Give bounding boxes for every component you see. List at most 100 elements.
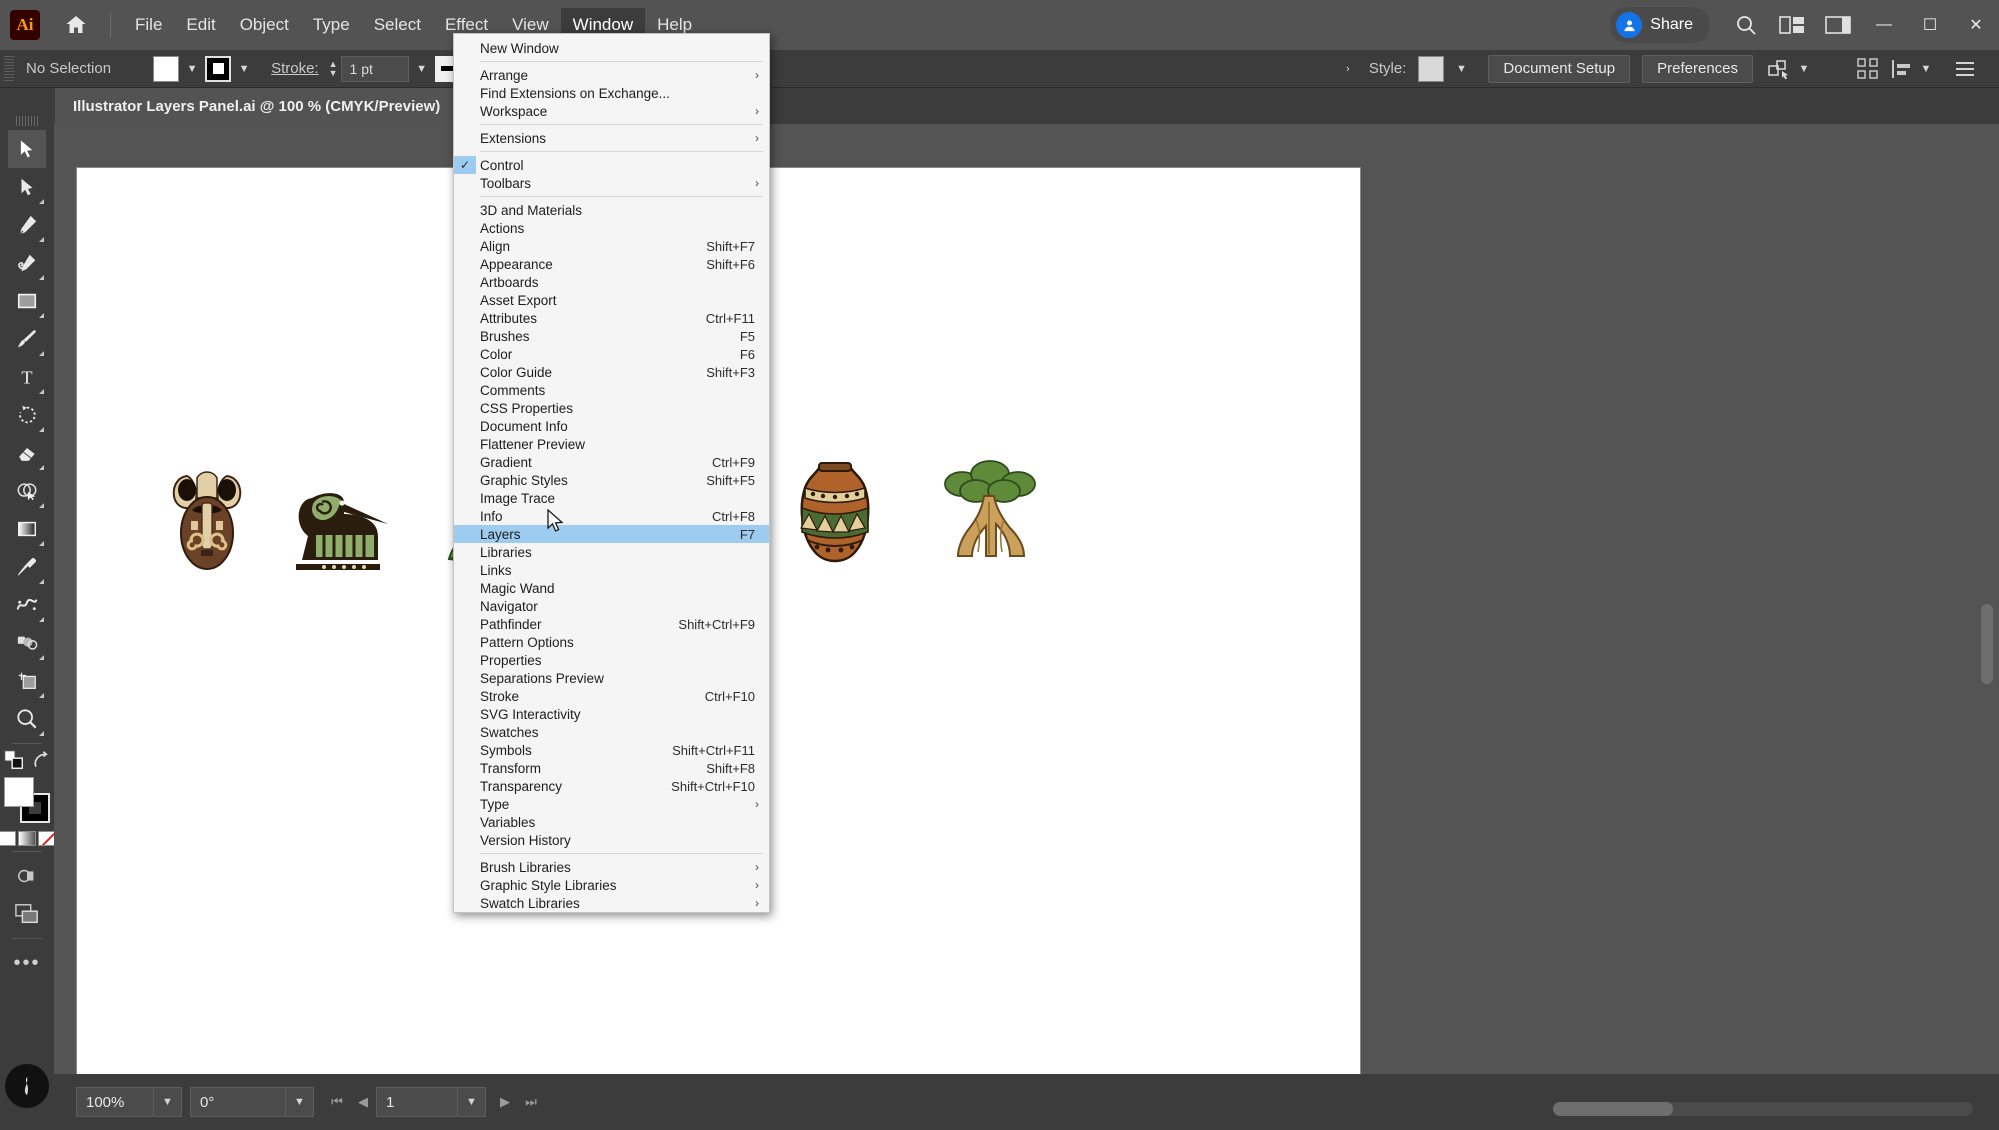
menu-item-symbols[interactable]: Symbols Shift+Ctrl+F11 <box>454 741 769 759</box>
curvature-tool[interactable] <box>8 244 46 282</box>
stroke-weight-input[interactable]: 1 pt <box>340 55 409 82</box>
screen-mode-icon[interactable] <box>8 895 46 933</box>
discover-icon[interactable] <box>5 1064 49 1108</box>
menu-item-pattern-options[interactable]: Pattern Options <box>454 633 769 651</box>
menu-item-actions[interactable]: Actions <box>454 219 769 237</box>
stroke-color-swatch[interactable] <box>205 55 232 82</box>
menu-item-workspace[interactable]: Workspace › <box>454 102 769 120</box>
blend-tool[interactable] <box>8 586 46 624</box>
stroke-weight-chevron-down-icon[interactable]: ▼ <box>409 56 435 82</box>
rectangle-tool[interactable] <box>8 282 46 320</box>
menu-item-new-window[interactable]: New Window <box>454 39 769 57</box>
menu-item-stroke[interactable]: Stroke Ctrl+F10 <box>454 687 769 705</box>
menu-item-color[interactable]: Color F6 <box>454 345 769 363</box>
horizontal-scrollbar[interactable] <box>1553 1102 1973 1116</box>
menu-item-css-properties[interactable]: CSS Properties <box>454 399 769 417</box>
rotation-input[interactable]: 0° <box>190 1087 286 1117</box>
menu-item-arrange[interactable]: Arrange › <box>454 66 769 84</box>
type-tool[interactable]: T <box>8 358 46 396</box>
vertical-scrollbar[interactable] <box>1981 604 1993 684</box>
horizontal-scrollbar-thumb[interactable] <box>1553 1102 1673 1116</box>
menu-item-transparency[interactable]: Transparency Shift+Ctrl+F10 <box>454 777 769 795</box>
menu-item-flattener-preview[interactable]: Flattener Preview <box>454 435 769 453</box>
menu-item-toolbars[interactable]: Toolbars › <box>454 174 769 192</box>
pen-tool[interactable] <box>8 206 46 244</box>
document-tab[interactable]: Illustrator Layers Panel.ai @ 100 % (CMY… <box>55 88 492 124</box>
menu-item-swatch-libraries[interactable]: Swatch Libraries › <box>454 894 769 912</box>
menu-item-control[interactable]: ✓ Control <box>454 156 769 174</box>
symbol-sprayer-tool[interactable] <box>8 624 46 662</box>
paintbrush-tool[interactable] <box>8 320 46 358</box>
menu-item-find-extensions-on-exchange[interactable]: Find Extensions on Exchange... <box>454 84 769 102</box>
direct-selection-tool[interactable] <box>8 168 46 206</box>
menu-edit[interactable]: Edit <box>174 8 227 42</box>
menu-item-attributes[interactable]: Attributes Ctrl+F11 <box>454 309 769 327</box>
rotate-tool[interactable] <box>8 396 46 434</box>
control-bar-overflow-icon[interactable]: › <box>1335 56 1361 82</box>
window-minimize-button[interactable]: — <box>1861 0 1907 50</box>
eyedropper-tool[interactable] <box>8 548 46 586</box>
menu-item-layers[interactable]: Layers F7 <box>454 525 769 543</box>
style-chevron-down-icon[interactable]: ▼ <box>1448 56 1474 82</box>
menu-object[interactable]: Object <box>228 8 301 42</box>
menu-item-pathfinder[interactable]: Pathfinder Shift+Ctrl+F9 <box>454 615 769 633</box>
document-setup-button[interactable]: Document Setup <box>1488 54 1631 83</box>
window-close-button[interactable]: ✕ <box>1953 0 1999 50</box>
search-icon[interactable] <box>1723 0 1769 50</box>
eraser-tool[interactable] <box>8 434 46 472</box>
stylized-bird-artwork[interactable] <box>282 478 392 573</box>
menu-item-image-trace[interactable]: Image Trace <box>454 489 769 507</box>
select-similar-chevron-down-icon[interactable]: ▼ <box>1791 56 1817 82</box>
african-mask-artwork[interactable] <box>167 468 247 573</box>
menu-item-version-history[interactable]: Version History <box>454 831 769 849</box>
menu-type[interactable]: Type <box>301 8 362 42</box>
menu-item-variables[interactable]: Variables <box>454 813 769 831</box>
preferences-button[interactable]: Preferences <box>1642 54 1753 83</box>
menu-item-svg-interactivity[interactable]: SVG Interactivity <box>454 705 769 723</box>
menu-select[interactable]: Select <box>362 8 433 42</box>
previous-artboard-button[interactable]: ◀ <box>350 1087 376 1117</box>
menu-item-asset-export[interactable]: Asset Export <box>454 291 769 309</box>
window-maximize-button[interactable]: ☐ <box>1907 0 1953 50</box>
menu-item-graphic-style-libraries[interactable]: Graphic Style Libraries › <box>454 876 769 894</box>
menu-item-links[interactable]: Links <box>454 561 769 579</box>
menu-item-appearance[interactable]: Appearance Shift+F6 <box>454 255 769 273</box>
zoom-tool[interactable] <box>8 700 46 738</box>
menu-item-separations-preview[interactable]: Separations Preview <box>454 669 769 687</box>
gradient-tool[interactable] <box>8 510 46 548</box>
drawing-modes-icon[interactable] <box>8 857 46 895</box>
share-button[interactable]: Share <box>1610 7 1709 43</box>
control-bar-grip[interactable] <box>4 55 14 82</box>
last-artboard-button[interactable]: ⏭ <box>518 1087 544 1117</box>
edit-toolbar-icon[interactable]: ••• <box>8 944 46 982</box>
menu-item-magic-wand[interactable]: Magic Wand <box>454 579 769 597</box>
artboard-tool[interactable] <box>8 662 46 700</box>
menu-item-gradient[interactable]: Gradient Ctrl+F9 <box>454 453 769 471</box>
first-artboard-button[interactable]: ⏮ <box>324 1087 350 1117</box>
home-icon[interactable] <box>54 3 98 47</box>
swap-fill-stroke-icon[interactable] <box>31 750 51 770</box>
menu-item-graphic-styles[interactable]: Graphic Styles Shift+F5 <box>454 471 769 489</box>
menu-item-extensions[interactable]: Extensions › <box>454 129 769 147</box>
shape-builder-tool[interactable] <box>8 472 46 510</box>
fill-color-chevron-down-icon[interactable]: ▼ <box>179 56 205 82</box>
menu-item-brush-libraries[interactable]: Brush Libraries › <box>454 858 769 876</box>
illustrator-logo[interactable]: Ai <box>10 10 40 40</box>
zoom-level-input[interactable]: 100% <box>76 1087 154 1117</box>
menu-item-properties[interactable]: Properties <box>454 651 769 669</box>
menu-item-document-info[interactable]: Document Info <box>454 417 769 435</box>
menu-item-comments[interactable]: Comments <box>454 381 769 399</box>
menu-item-libraries[interactable]: Libraries <box>454 543 769 561</box>
arrange-documents-icon[interactable] <box>1769 0 1815 50</box>
rotation-chevron-down-icon[interactable]: ▼ <box>286 1087 314 1117</box>
color-button[interactable] <box>0 831 16 846</box>
fill-stroke-indicator[interactable] <box>4 777 50 823</box>
menu-item-type[interactable]: Type › <box>454 795 769 813</box>
artboard-chevron-down-icon[interactable]: ▼ <box>458 1087 486 1117</box>
fill-indicator[interactable] <box>4 777 34 807</box>
graphic-style-swatch[interactable] <box>1418 55 1445 82</box>
next-artboard-button[interactable]: ▶ <box>492 1087 518 1117</box>
fill-color-swatch[interactable] <box>153 55 180 82</box>
stroke-weight-stepper[interactable]: ▲ ▼ <box>329 59 338 78</box>
canvas-area[interactable] <box>54 124 1999 1074</box>
